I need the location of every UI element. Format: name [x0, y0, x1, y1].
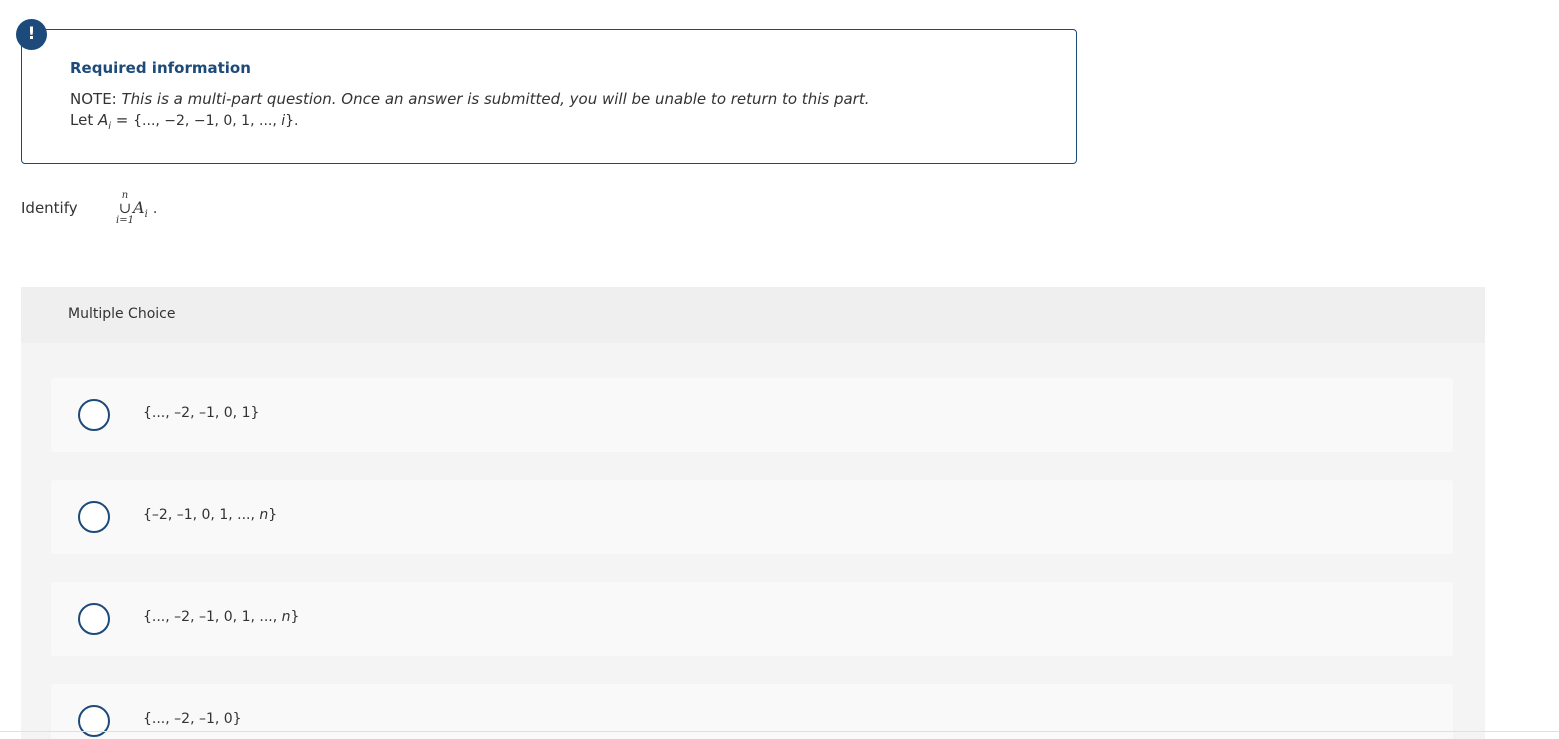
prompt-text: Identify [21, 199, 78, 217]
radio-button[interactable] [78, 399, 110, 431]
page-divider [0, 731, 1559, 732]
option-text: {..., –2, –1, 0} [143, 711, 242, 727]
let-set: {..., −2, −1, 0, 1, ..., [133, 113, 282, 129]
option-end: } [290, 609, 300, 625]
options-list: {..., –2, –1, 0, 1} {–2, –1, 0, 1, ..., … [21, 343, 1485, 739]
set-definition: Let Ai = {..., −2, −1, 0, 1, ..., i}. [70, 111, 299, 132]
required-information-box: Required information NOTE: This is a mul… [21, 29, 1077, 164]
question-page: ! Required information NOTE: This is a m… [0, 0, 1559, 739]
option-variable: n [259, 507, 269, 523]
option-label: {..., –2, –1, 0, 1, ..., [143, 609, 282, 625]
radio-button[interactable] [78, 501, 110, 533]
option-end: } [268, 507, 278, 523]
let-equals: = [111, 111, 134, 129]
option-label: {–2, –1, 0, 1, ..., [143, 507, 260, 523]
radio-button[interactable] [78, 603, 110, 635]
note-text: This is a multi-part question. Once an a… [121, 90, 870, 108]
let-prefix: Let [70, 111, 98, 129]
required-information-title: Required information [70, 59, 251, 77]
let-set-end: }. [285, 113, 299, 129]
term-subscript: i [144, 209, 148, 221]
option-text: {–2, –1, 0, 1, ..., n} [143, 507, 277, 523]
option-label: {..., –2, –1, 0, 1} [143, 405, 260, 421]
let-variable: A [97, 111, 109, 129]
option-variable: n [281, 609, 291, 625]
option-text: {..., –2, –1, 0, 1} [143, 405, 259, 421]
option-label: {..., –2, –1, 0} [143, 711, 242, 727]
multiple-choice-label: Multiple Choice [68, 306, 176, 322]
answer-option-2[interactable]: {–2, –1, 0, 1, ..., n} [51, 480, 1453, 554]
multiple-choice-header: Multiple Choice [21, 287, 1485, 343]
answer-option-3[interactable]: {..., –2, –1, 0, 1, ..., n} [51, 582, 1453, 656]
note-label: NOTE: [70, 90, 117, 108]
answer-option-1[interactable]: {..., –2, –1, 0, 1} [51, 378, 1453, 452]
option-text: {..., –2, –1, 0, 1, ..., n} [143, 609, 299, 625]
term-end: . [152, 201, 158, 217]
radio-button[interactable] [78, 705, 110, 737]
alert-icon: ! [16, 19, 47, 50]
note-line: NOTE: This is a multi-part question. Onc… [70, 90, 869, 108]
multiple-choice-panel: Multiple Choice {..., –2, –1, 0, 1} {–2,… [21, 287, 1485, 739]
union-term: Ai . [133, 198, 157, 220]
term-variable: A [133, 198, 145, 217]
